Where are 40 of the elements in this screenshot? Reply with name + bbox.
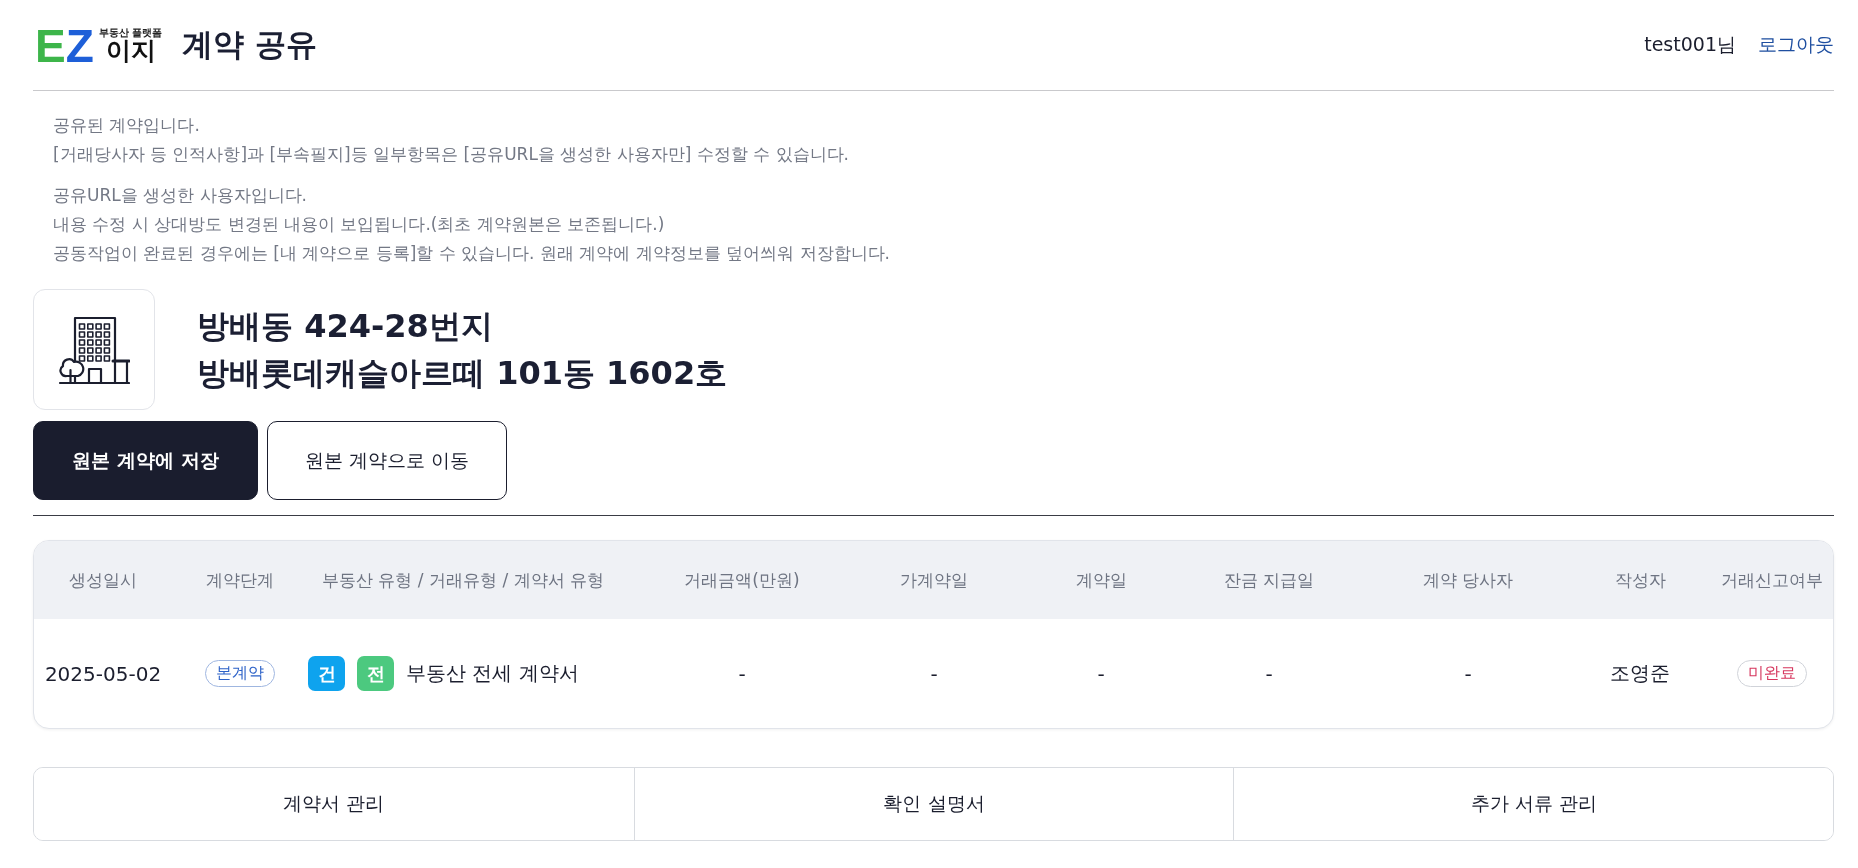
tab[interactable]: 추가 서류 관리 bbox=[1233, 768, 1833, 840]
created-date: 2025-05-02 bbox=[44, 661, 162, 686]
column-header: 작성자 bbox=[1614, 568, 1666, 592]
logout-link[interactable]: 로그아웃 bbox=[1758, 32, 1834, 58]
column-header: 거래금액(만원) bbox=[684, 568, 800, 592]
user-name: test001님 bbox=[1644, 32, 1736, 57]
contract-type: 부동산 전세 계약서 bbox=[406, 660, 579, 687]
column-header: 부동산 유형 / 거래유형 / 계약서 유형 bbox=[322, 568, 604, 592]
property-address: 방배동 424-28번지 bbox=[197, 305, 493, 347]
column-header: 생성일시 bbox=[69, 568, 137, 592]
column-header: 계약일 bbox=[1075, 568, 1127, 592]
amount-value: - bbox=[738, 661, 746, 686]
stage-badge: 본계약 bbox=[205, 660, 275, 687]
notice-text: 공동작업이 완료된 경우에는 [내 계약으로 등록]할 수 있습니다. 원래 계약에 계약정보를 덮어씌워 저장합니다. bbox=[53, 242, 890, 265]
property-unit: 방배롯데캐슬아르떼 101동 1602호 bbox=[197, 352, 728, 394]
building-icon bbox=[33, 289, 155, 410]
report-status-badge: 미완료 bbox=[1736, 660, 1807, 687]
column-header: 계약단계 bbox=[206, 568, 274, 592]
logo-name: 이지 bbox=[105, 38, 156, 63]
contract-date: - bbox=[1097, 661, 1105, 686]
page-title: 계약 공유 bbox=[182, 25, 318, 64]
balance-date: - bbox=[1265, 661, 1273, 686]
notice-text: 공유URL을 생성한 사용자입니다. bbox=[53, 184, 307, 207]
notice-text: 공유된 계약입니다. bbox=[53, 114, 200, 137]
provisional-date: - bbox=[930, 661, 938, 686]
type-tag: 전 bbox=[357, 656, 394, 691]
notice-text: [거래당사자 등 인적사항]과 [부속필지]등 일부항목은 [공유URL을 생성한 사용자만] 수정할 수 있습니다. bbox=[53, 143, 849, 166]
column-header: 거래신고여부 bbox=[1720, 568, 1823, 592]
author-name: 조영준 bbox=[1610, 660, 1670, 687]
type-tag: 건 bbox=[308, 656, 345, 691]
save-button[interactable]: 원본 계약에 저장 bbox=[33, 421, 258, 500]
notice-text: 내용 수정 시 상대방도 변경된 내용이 보입됩니다.(최초 계약원본은 보존됩니다.) bbox=[53, 213, 665, 236]
parties-value: - bbox=[1464, 661, 1472, 686]
logo-letter: E bbox=[35, 29, 66, 63]
column-header: 가계약일 bbox=[900, 568, 968, 592]
column-header: 잔금 지급일 bbox=[1223, 568, 1315, 592]
logo-letter: Z bbox=[65, 29, 94, 63]
column-header: 계약 당사자 bbox=[1422, 568, 1514, 592]
logo-tagline: 부동산 플랫폼 bbox=[98, 27, 163, 38]
move-button[interactable]: 원본 계약으로 이동 bbox=[267, 421, 507, 500]
